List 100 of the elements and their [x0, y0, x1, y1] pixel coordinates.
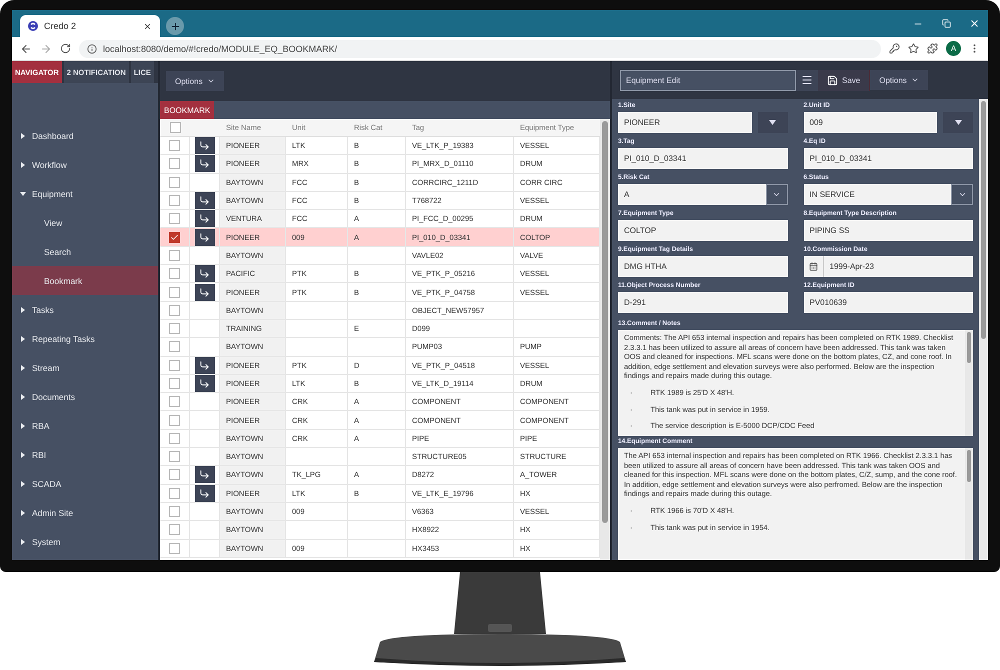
- caret-right-icon: [20, 510, 26, 516]
- checkbox[interactable]: [169, 542, 180, 554]
- close-icon[interactable]: [143, 22, 152, 30]
- options-button[interactable]: Options: [166, 71, 224, 91]
- checkbox[interactable]: [169, 140, 180, 152]
- nav-item[interactable]: Workflow: [12, 150, 158, 179]
- address-bar[interactable]: localhost:8080/demo/#!credo/MODULE_EQ_BOOKMARK/: [79, 40, 881, 58]
- chevron-down-icon: [206, 77, 215, 85]
- checkbox[interactable]: [169, 396, 180, 408]
- title-field[interactable]: Equipment Edit: [620, 70, 796, 90]
- link-button[interactable]: [194, 375, 214, 392]
- checkbox[interactable]: [169, 158, 180, 170]
- dropdown-field[interactable]: 009: [804, 112, 937, 133]
- link-button[interactable]: [194, 284, 214, 301]
- reload-icon[interactable]: [60, 43, 71, 54]
- caret-right-icon: [20, 306, 26, 312]
- checkbox[interactable]: [169, 451, 180, 462]
- link-button[interactable]: [194, 466, 214, 484]
- checkbox[interactable]: [169, 195, 180, 206]
- browser-tab[interactable]: Credo 2: [20, 15, 160, 37]
- caret-right-icon: [20, 132, 26, 138]
- nav-item[interactable]: System: [12, 527, 158, 556]
- new-tab-button[interactable]: [166, 17, 184, 35]
- checkbox[interactable]: [169, 488, 180, 499]
- nav-item[interactable]: SCADA: [12, 469, 158, 498]
- text-field[interactable]: PV010639: [804, 292, 973, 313]
- app-logo-icon: [28, 21, 38, 31]
- options-button[interactable]: Options: [870, 70, 928, 90]
- link-button[interactable]: [194, 265, 214, 282]
- link-button[interactable]: [194, 356, 214, 374]
- dropdown-button[interactable]: [943, 112, 973, 133]
- profile-avatar[interactable]: A: [946, 41, 961, 56]
- checkbox[interactable]: [169, 268, 180, 280]
- bookmark-tab[interactable]: BOOKMARK: [160, 101, 214, 119]
- corner-arrow-icon: [199, 213, 210, 224]
- text-field[interactable]: PI_010_D_03341: [804, 148, 973, 169]
- forward-arrow-icon[interactable]: [40, 42, 52, 54]
- checkbox[interactable]: [169, 341, 180, 352]
- corner-arrow-icon: [199, 488, 210, 499]
- text-field[interactable]: DMG HTHA: [618, 256, 788, 277]
- back-arrow-icon[interactable]: [20, 42, 32, 54]
- nav-item[interactable]: Tasks: [12, 295, 158, 324]
- link-button[interactable]: [194, 137, 214, 154]
- text-area[interactable]: [618, 330, 973, 436]
- scrollbar[interactable]: [965, 448, 973, 560]
- checkbox[interactable]: [169, 250, 180, 261]
- scrollbar[interactable]: [965, 330, 973, 436]
- checkbox[interactable]: [169, 360, 180, 371]
- checkbox[interactable]: [169, 323, 180, 334]
- select-field[interactable]: IN SERVICE: [804, 184, 973, 205]
- link-button[interactable]: [194, 484, 214, 502]
- checkbox[interactable]: [169, 176, 180, 188]
- nav-item[interactable]: Documents: [12, 382, 158, 411]
- checkbox[interactable]: [169, 378, 180, 389]
- dropdown-field[interactable]: PIONEER: [618, 112, 752, 133]
- text-area[interactable]: [618, 448, 973, 560]
- dropdown-button[interactable]: [758, 112, 788, 133]
- checkbox[interactable]: [169, 286, 180, 298]
- link-button[interactable]: [194, 155, 214, 172]
- save-button[interactable]: Save: [818, 70, 870, 90]
- checkbox[interactable]: [169, 414, 180, 426]
- checkbox[interactable]: [169, 469, 180, 480]
- checkbox[interactable]: [169, 432, 180, 444]
- nav-item[interactable]: Bookmark: [12, 266, 158, 295]
- text-field[interactable]: COLTOP: [618, 220, 788, 241]
- checkbox[interactable]: [169, 524, 180, 536]
- nav-item[interactable]: View: [12, 208, 158, 237]
- select-field[interactable]: A: [618, 184, 788, 205]
- scrollbar[interactable]: [600, 119, 610, 560]
- caret-down-icon: [954, 120, 962, 125]
- checkbox[interactable]: [170, 122, 180, 133]
- nav-item[interactable]: Repeating Tasks: [12, 324, 158, 353]
- checkbox[interactable]: [169, 232, 180, 243]
- nav-item[interactable]: Search: [12, 237, 158, 266]
- caret-right-icon: [20, 538, 26, 544]
- text-field[interactable]: D-291: [618, 292, 788, 313]
- corner-arrow-icon: [199, 195, 210, 206]
- checkbox[interactable]: [169, 304, 180, 316]
- link-button[interactable]: [194, 192, 214, 210]
- nav-item[interactable]: Admin Site: [12, 498, 158, 527]
- nav-item[interactable]: Dashboard: [12, 121, 158, 150]
- star-icon[interactable]: [908, 43, 919, 54]
- checkbox[interactable]: [169, 506, 180, 518]
- nav-item[interactable]: Stream: [12, 353, 158, 382]
- puzzle-icon[interactable]: [927, 43, 938, 54]
- date-field[interactable]: 1999-Apr-23: [804, 256, 973, 277]
- nav-item[interactable]: RBA: [12, 411, 158, 440]
- corner-arrow-icon: [199, 268, 210, 280]
- caret-down-icon: [769, 120, 776, 125]
- text-field[interactable]: PI_010_D_03341: [618, 148, 788, 169]
- caret-right-icon: [20, 364, 26, 370]
- checkbox[interactable]: [169, 213, 180, 224]
- nav-item[interactable]: Equipment: [12, 179, 158, 208]
- scrollbar[interactable]: [979, 99, 988, 560]
- link-button[interactable]: [194, 210, 214, 228]
- menu-button[interactable]: [796, 70, 818, 90]
- nav-item[interactable]: RBI: [12, 440, 158, 469]
- key-icon[interactable]: [889, 43, 900, 54]
- text-field[interactable]: PIPING SS: [804, 220, 973, 241]
- link-button[interactable]: [194, 228, 214, 246]
